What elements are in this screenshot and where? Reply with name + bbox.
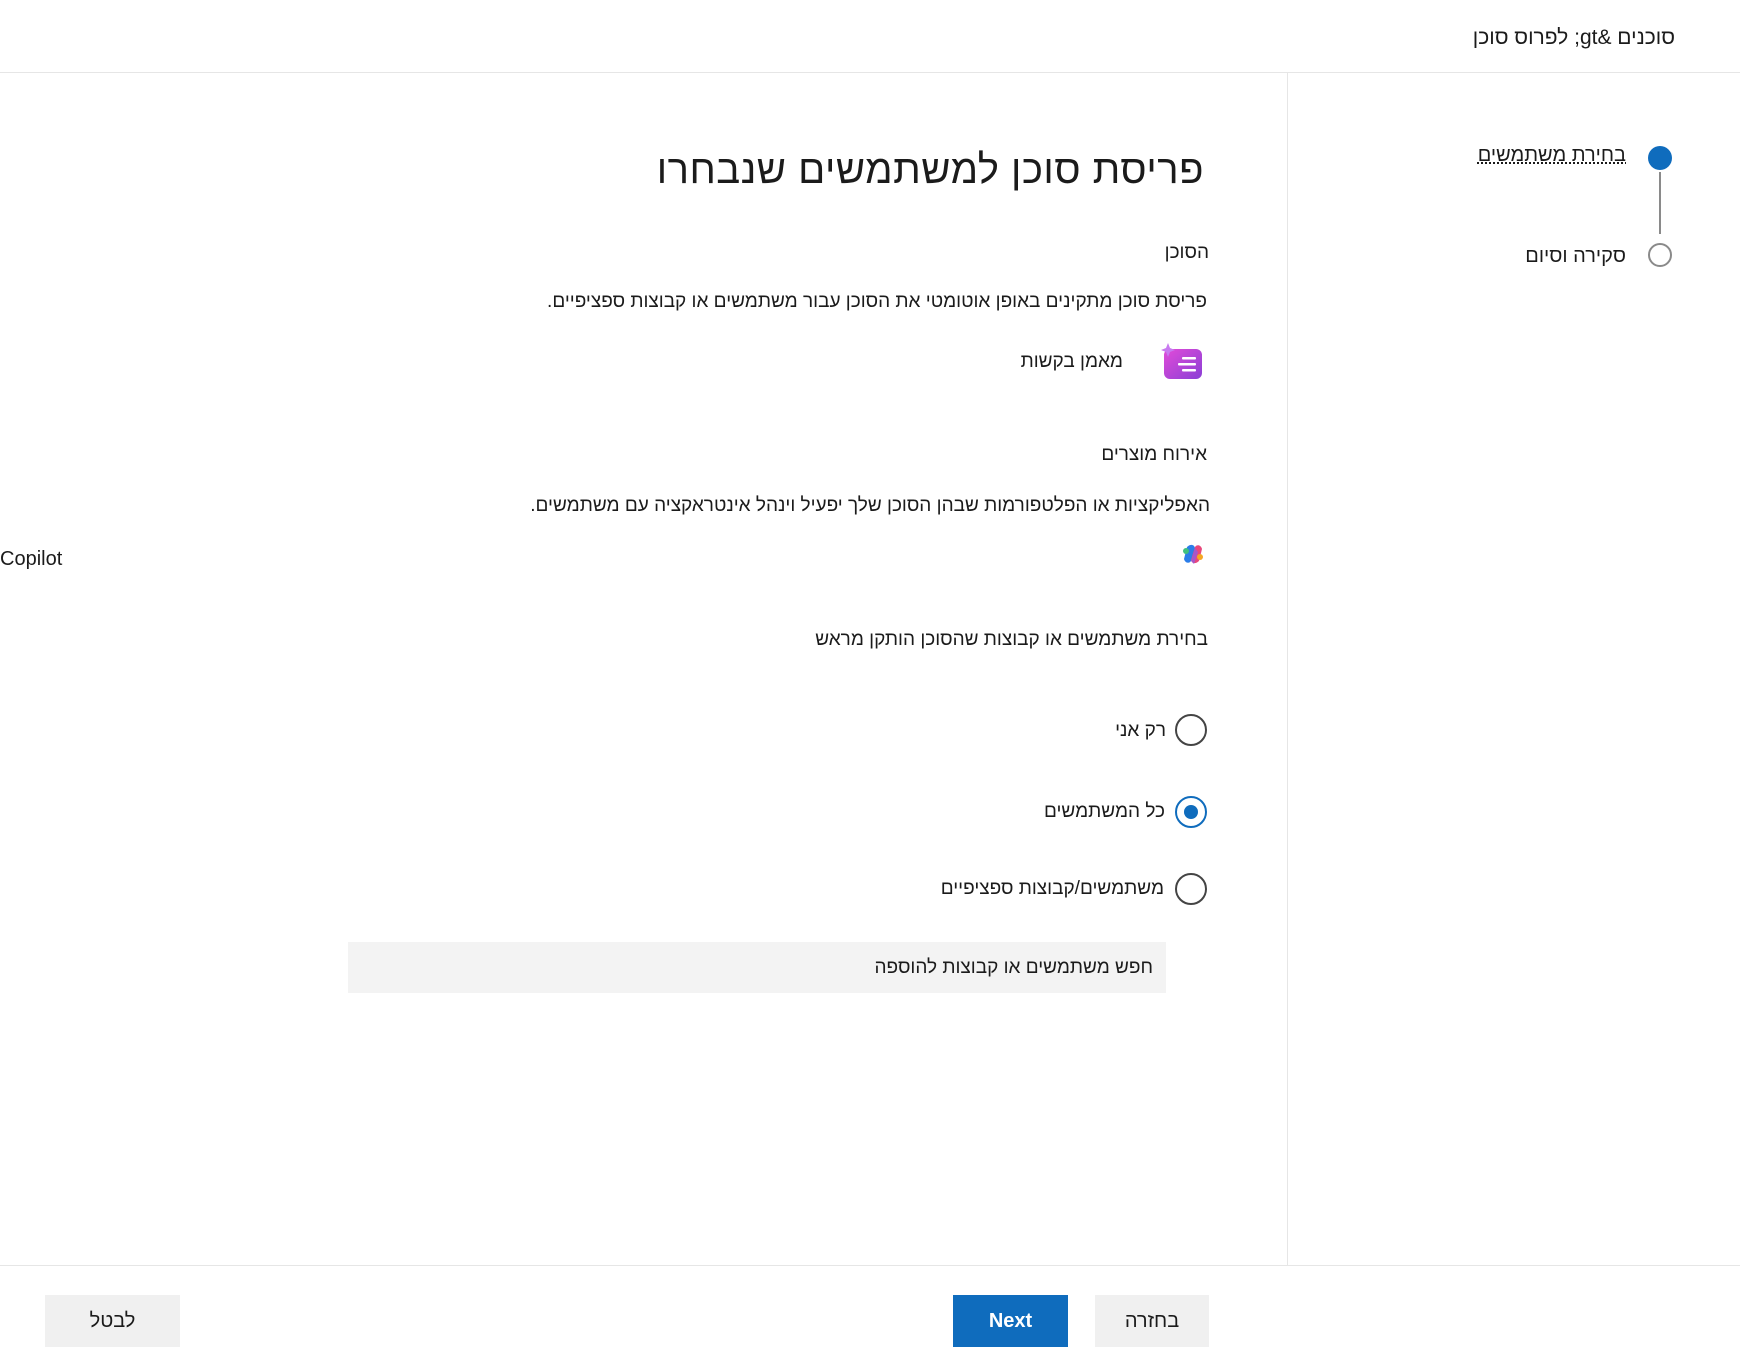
step-indicator-pending <box>1648 243 1672 267</box>
radio-all-users-label[interactable]: כל המשתמשים <box>1044 801 1165 823</box>
breadcrumb[interactable]: סוכנים &gt; לפרוס סוכן <box>1473 26 1675 50</box>
deploy-agent-page: סוכנים &gt; לפרוס סוכן בחירת משתמשים סקי… <box>0 0 1740 1363</box>
step-connector <box>1659 172 1661 234</box>
back-button[interactable]: בחזרה <box>1095 1295 1209 1347</box>
radio-specific-users[interactable] <box>1175 873 1207 905</box>
agent-description: פריסת סוכן מתקינים באופן אוטומטי את הסוכ… <box>547 291 1207 312</box>
footer-divider <box>0 1265 1740 1266</box>
page-title: פריסת סוכן למשתמשים שנבחרו <box>656 148 1204 192</box>
agent-section-label: הסוכן <box>1164 242 1209 263</box>
copilot-icon <box>1183 544 1203 564</box>
host-product-name: Copilot <box>0 548 63 570</box>
choose-users-label: בחירת משתמשים או קבוצות שהסוכן הותקן מרא… <box>815 629 1208 650</box>
hosting-section-label: אירוח מוצרים <box>1101 444 1207 465</box>
radio-specific-users-label[interactable]: משתמשים/קבוצות ספציפיים <box>941 878 1164 900</box>
radio-all-users[interactable] <box>1175 796 1207 828</box>
step-indicator-active <box>1648 146 1672 170</box>
step-review-finish[interactable]: סקירה וסיום <box>1525 245 1626 268</box>
step-select-users[interactable]: בחירת משתמשים <box>1478 144 1626 167</box>
prompt-coach-icon <box>1161 343 1202 379</box>
radio-only-me-label[interactable]: רק אני <box>1115 720 1166 742</box>
next-button[interactable]: Next <box>953 1295 1068 1347</box>
agent-name: מאמן בקשות <box>1020 351 1123 372</box>
cancel-button[interactable]: לבטל <box>45 1295 180 1347</box>
hosting-description: האפליקציות או הפלטפורמות שבהן הסוכן שלך … <box>530 495 1210 516</box>
header-divider <box>0 72 1740 73</box>
radio-only-me[interactable] <box>1175 714 1207 746</box>
search-users-input[interactable] <box>348 942 1166 993</box>
sidebar-divider <box>1287 73 1288 1265</box>
